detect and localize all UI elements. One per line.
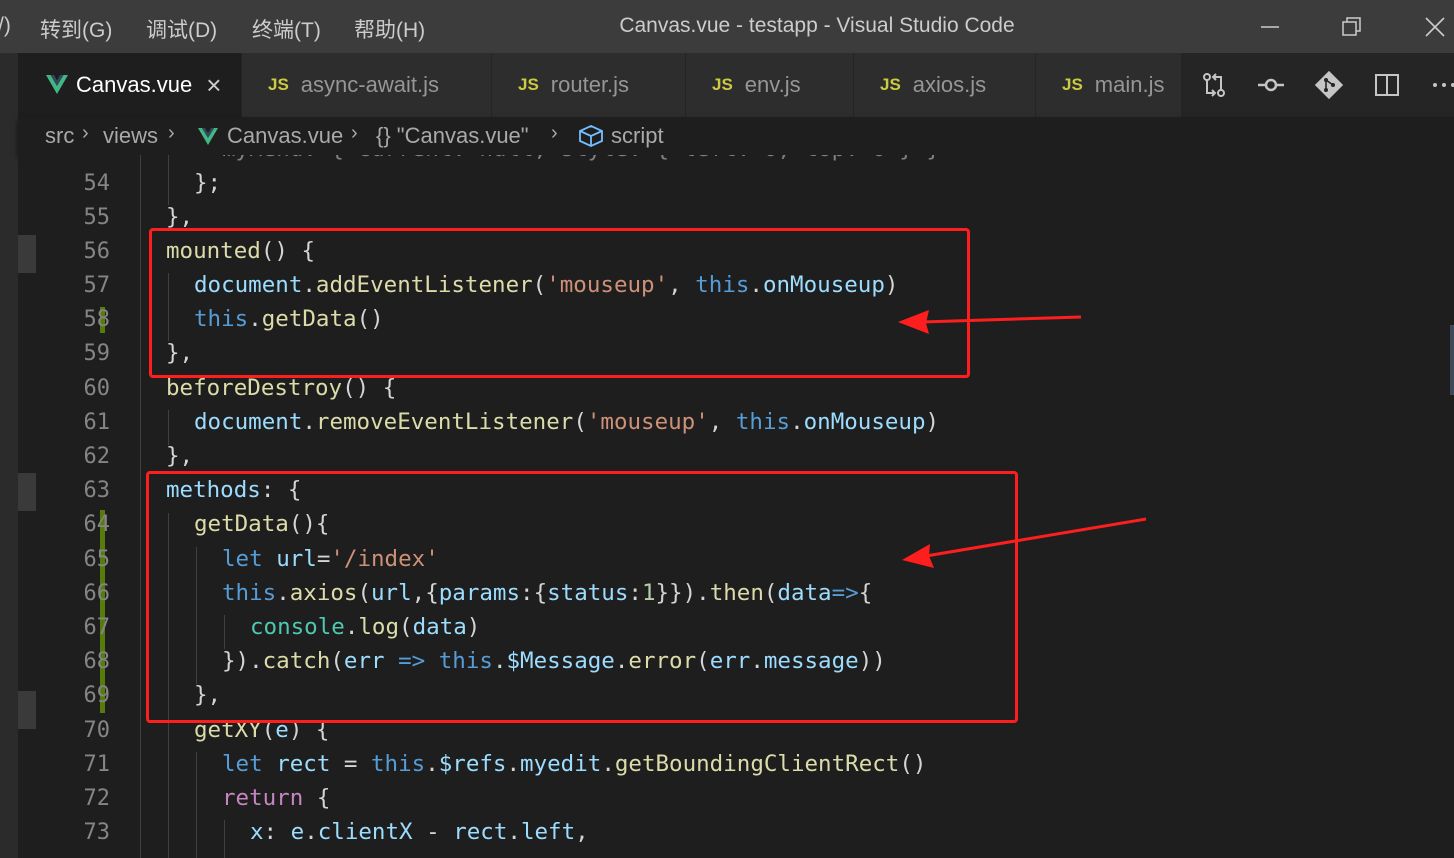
annotation-arrows bbox=[898, 310, 1147, 568]
js-file-icon: JS bbox=[518, 75, 539, 94]
overview-ruler bbox=[1450, 325, 1454, 395]
vue-icon bbox=[198, 126, 218, 152]
close-window-button[interactable] bbox=[1415, 8, 1454, 46]
open-changes-icon[interactable] bbox=[1253, 67, 1289, 103]
close-icon bbox=[1425, 17, 1445, 37]
js-file-icon: JS bbox=[880, 75, 901, 94]
cube-symbol-icon bbox=[578, 124, 604, 154]
js-file-icon: JS bbox=[712, 75, 733, 94]
breadcrumb-item-views[interactable]: views bbox=[103, 123, 158, 149]
restore-button[interactable] bbox=[1332, 8, 1372, 46]
close-tab-icon[interactable]: × bbox=[206, 70, 221, 101]
compare-changes-icon[interactable] bbox=[1196, 67, 1232, 103]
breadcrumb-item-src[interactable]: src bbox=[45, 123, 74, 149]
annotation-arrow-1 bbox=[898, 310, 1082, 334]
minimize-icon bbox=[1261, 26, 1279, 28]
chevron-right-icon: › bbox=[82, 122, 89, 144]
tab-label: main.js bbox=[1094, 72, 1165, 97]
tab-label: Canvas.vue bbox=[76, 72, 193, 97]
tab-canvas-vue[interactable]: Canvas.vue × bbox=[18, 53, 242, 117]
breadcrumb-item-module[interactable]: {} "Canvas.vue" bbox=[376, 123, 529, 149]
window-title: Canvas.vue - testapp - Visual Studio Cod… bbox=[619, 14, 1015, 37]
tab-router-js[interactable]: JS router.js bbox=[492, 53, 686, 117]
chevron-right-icon: › bbox=[351, 122, 358, 144]
vue-icon bbox=[46, 75, 68, 95]
restore-icon bbox=[1342, 17, 1361, 36]
tab-async-await-js[interactable]: JS async-await.js bbox=[242, 53, 492, 117]
tab-axios-js[interactable]: JS axios.js bbox=[854, 53, 1036, 117]
activity-bar-edge bbox=[0, 53, 18, 858]
split-editor-icon[interactable] bbox=[1369, 67, 1405, 103]
git-icon[interactable] bbox=[1311, 67, 1347, 103]
tab-label: async-await.js bbox=[300, 72, 439, 97]
tab-label: env.js bbox=[744, 72, 801, 97]
chevron-right-icon: › bbox=[551, 122, 558, 144]
editor-tab-bar: Canvas.vue × JS async-await.js JS router… bbox=[0, 53, 1454, 117]
breadcrumb: src › views › Canvas.vue › {} "Canvas.vu… bbox=[18, 117, 1454, 155]
code-editor[interactable]: myMenu: { current: null, style: { left: … bbox=[18, 155, 1454, 858]
annotation-arrow-2 bbox=[902, 517, 1147, 568]
title-bar: /) 转到(G) 调试(D) 终端(T) 帮助(H) Canvas.vue - … bbox=[0, 0, 1454, 53]
tab-label: axios.js bbox=[912, 72, 987, 97]
breadcrumb-item-script[interactable]: script bbox=[611, 123, 664, 149]
js-file-icon: JS bbox=[268, 75, 289, 94]
tab-label: router.js bbox=[550, 72, 630, 97]
minimize-button[interactable] bbox=[1250, 8, 1290, 46]
more-actions-icon[interactable] bbox=[1426, 67, 1454, 103]
chevron-right-icon: › bbox=[168, 122, 175, 144]
tab-env-js[interactable]: JS env.js bbox=[686, 53, 854, 117]
js-file-icon: JS bbox=[1062, 75, 1083, 94]
breadcrumb-item-file[interactable]: Canvas.vue bbox=[227, 123, 343, 149]
tab-main-js[interactable]: JS main.js bbox=[1036, 53, 1182, 117]
